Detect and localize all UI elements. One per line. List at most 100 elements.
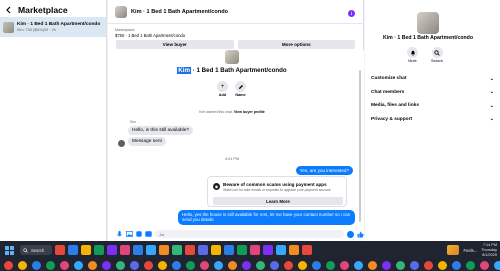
taskbar-pinned-icon[interactable]: [354, 260, 363, 270]
taskbar-app-icon[interactable]: [55, 245, 65, 255]
taskbar-app-icon[interactable]: [81, 245, 91, 255]
header-thumbnail[interactable]: [115, 5, 127, 18]
taskbar-pinned-icon[interactable]: [242, 260, 251, 270]
weather-icon[interactable]: [447, 245, 460, 255]
pencil-icon: [235, 81, 246, 92]
view-buyer-button[interactable]: View buyer: [116, 40, 234, 49]
page-title: Marketplace: [18, 5, 68, 15]
chat-header-title[interactable]: Kim · 1 Bed 1 Bath Apartment/condo: [131, 9, 228, 15]
taskbar-pinned-icon[interactable]: [172, 260, 181, 270]
taskbar-pinned-icon[interactable]: [284, 260, 293, 270]
taskbar-pinned-icon[interactable]: [270, 260, 279, 270]
taskbar-pinned-icon[interactable]: [466, 260, 475, 270]
photo-icon[interactable]: [125, 231, 133, 238]
taskbar-app-icon[interactable]: [133, 245, 143, 255]
thread-name: Kim · 1 Bed 1 Bath Apartment/condo: [17, 22, 101, 27]
taskbar-app-icon[interactable]: [120, 245, 130, 255]
taskbar-app-icon[interactable]: [185, 245, 195, 255]
learn-more-button[interactable]: Learn More: [213, 197, 343, 205]
taskbar-pinned-icon[interactable]: [312, 260, 321, 270]
privacy-support-section[interactable]: Privacy & support ⌄: [371, 113, 494, 127]
taskbar-pinned-icon[interactable]: [144, 260, 153, 270]
chat-members-section[interactable]: Chat members ⌄: [371, 86, 494, 100]
taskbar-app-icon[interactable]: [224, 245, 234, 255]
taskbar-pinned-icon[interactable]: [32, 260, 41, 270]
taskbar-app-icon[interactable]: [289, 245, 299, 255]
taskbar-app-icon[interactable]: [68, 245, 78, 255]
add-icon: +: [217, 81, 228, 92]
conversation-thumbnail: [225, 50, 239, 64]
taskbar-pinned-icon[interactable]: [60, 260, 69, 270]
taskbar-pinned-icon[interactable]: [382, 260, 391, 270]
taskbar-app-icon[interactable]: [250, 245, 260, 255]
incoming-message: Message sent: [128, 137, 166, 146]
taskbar-pinned-icon[interactable]: [18, 260, 27, 270]
scam-warning-card: ◉ Beware of common scams using payment a…: [207, 176, 347, 207]
taskbar-pinned-icon[interactable]: [214, 260, 223, 270]
taskbar-pinned-icon[interactable]: [186, 260, 195, 270]
taskbar-pinned-icon[interactable]: [200, 260, 209, 270]
taskbar-app-icon[interactable]: [198, 245, 208, 255]
taskbar-app-icon[interactable]: [237, 245, 247, 255]
sticker-icon[interactable]: [136, 231, 143, 238]
taskbar-pinned-icon[interactable]: [340, 260, 349, 270]
chevron-down-icon: ⌄: [489, 89, 494, 96]
taskbar-pinned-icon[interactable]: [452, 260, 461, 270]
taskbar-pinned-icon[interactable]: [46, 260, 55, 270]
like-icon[interactable]: [357, 231, 364, 238]
taskbar-app-icon[interactable]: [211, 245, 221, 255]
microphone-icon[interactable]: [116, 230, 123, 238]
back-arrow-icon[interactable]: [4, 5, 14, 15]
system-tray: Feels... 7:14 PM Thursday 8/1/2025: [447, 241, 497, 259]
gif-icon[interactable]: [145, 231, 153, 238]
taskbar-app-icon[interactable]: [107, 245, 117, 255]
info-icon[interactable]: i: [348, 10, 355, 17]
details-title: Kim · 1 Bed 1 Bath Apartment/condo: [382, 35, 474, 41]
taskbar-pinned-icon[interactable]: [494, 260, 500, 270]
scrollbar[interactable]: [359, 70, 361, 222]
taskbar-pinned-icon[interactable]: [298, 260, 307, 270]
taskbar-app-icon[interactable]: [276, 245, 286, 255]
name-button[interactable]: Name: [235, 81, 246, 97]
taskbar-app-icon[interactable]: [94, 245, 104, 255]
taskbar-pinned-icon[interactable]: [88, 260, 97, 270]
taskbar-app-icon[interactable]: [159, 245, 169, 255]
taskbar-pinned-icon[interactable]: [438, 260, 447, 270]
taskbar-pinned-icon[interactable]: [326, 260, 335, 270]
message-composer: [108, 227, 364, 241]
taskbar-pinned-icon[interactable]: [256, 260, 265, 270]
taskbar-search[interactable]: Search: [20, 245, 52, 255]
add-button[interactable]: + Add: [217, 81, 228, 97]
section-label: Privacy & support: [371, 116, 413, 122]
view-buyer-profile-link[interactable]: View buyer profile: [234, 110, 265, 114]
taskbar-pinned-icon[interactable]: [158, 260, 167, 270]
windows-start-icon[interactable]: [5, 245, 14, 255]
taskbar-pinned-icon[interactable]: [116, 260, 125, 270]
taskbar-pinned-icon[interactable]: [396, 260, 405, 270]
taskbar-app-icon[interactable]: [302, 245, 312, 255]
taskbar-pinned-icon[interactable]: [410, 260, 419, 270]
clock[interactable]: 7:14 PM Thursday 8/1/2025: [481, 243, 497, 258]
taskbar-app-icon[interactable]: [172, 245, 182, 255]
thread-item-kim[interactable]: Kim · 1 Bed 1 Bath Apartment/condo Kim: …: [0, 17, 106, 37]
taskbar-app-icon[interactable]: [146, 245, 156, 255]
taskbar-pinned-icon[interactable]: [424, 260, 433, 270]
taskbar-pinned-icon[interactable]: [480, 260, 489, 270]
weather-label[interactable]: Feels...: [463, 248, 477, 253]
search-button[interactable]: Search: [431, 47, 443, 63]
mute-button[interactable]: Mute: [407, 47, 418, 63]
search-icon: [23, 247, 28, 253]
emoji-icon[interactable]: [347, 230, 354, 238]
taskbar-pinned-icon[interactable]: [228, 260, 237, 270]
message-input[interactable]: [155, 230, 345, 238]
taskbar-pinned-icon[interactable]: [130, 260, 139, 270]
media-files-section[interactable]: Media, files and links ⌄: [371, 99, 494, 113]
customize-chat-section[interactable]: Customize chat ⌄: [371, 72, 494, 86]
taskbar-pinned-icon[interactable]: [368, 260, 377, 270]
chat-panel: Kim · 1 Bed 1 Bath Apartment/condo i Mar…: [108, 0, 364, 241]
taskbar-pinned-icon[interactable]: [102, 260, 111, 270]
taskbar-app-icon[interactable]: [263, 245, 273, 255]
taskbar-pinned-icon[interactable]: [4, 260, 13, 270]
more-options-button[interactable]: More options: [237, 40, 355, 49]
taskbar-pinned-icon[interactable]: [74, 260, 83, 270]
